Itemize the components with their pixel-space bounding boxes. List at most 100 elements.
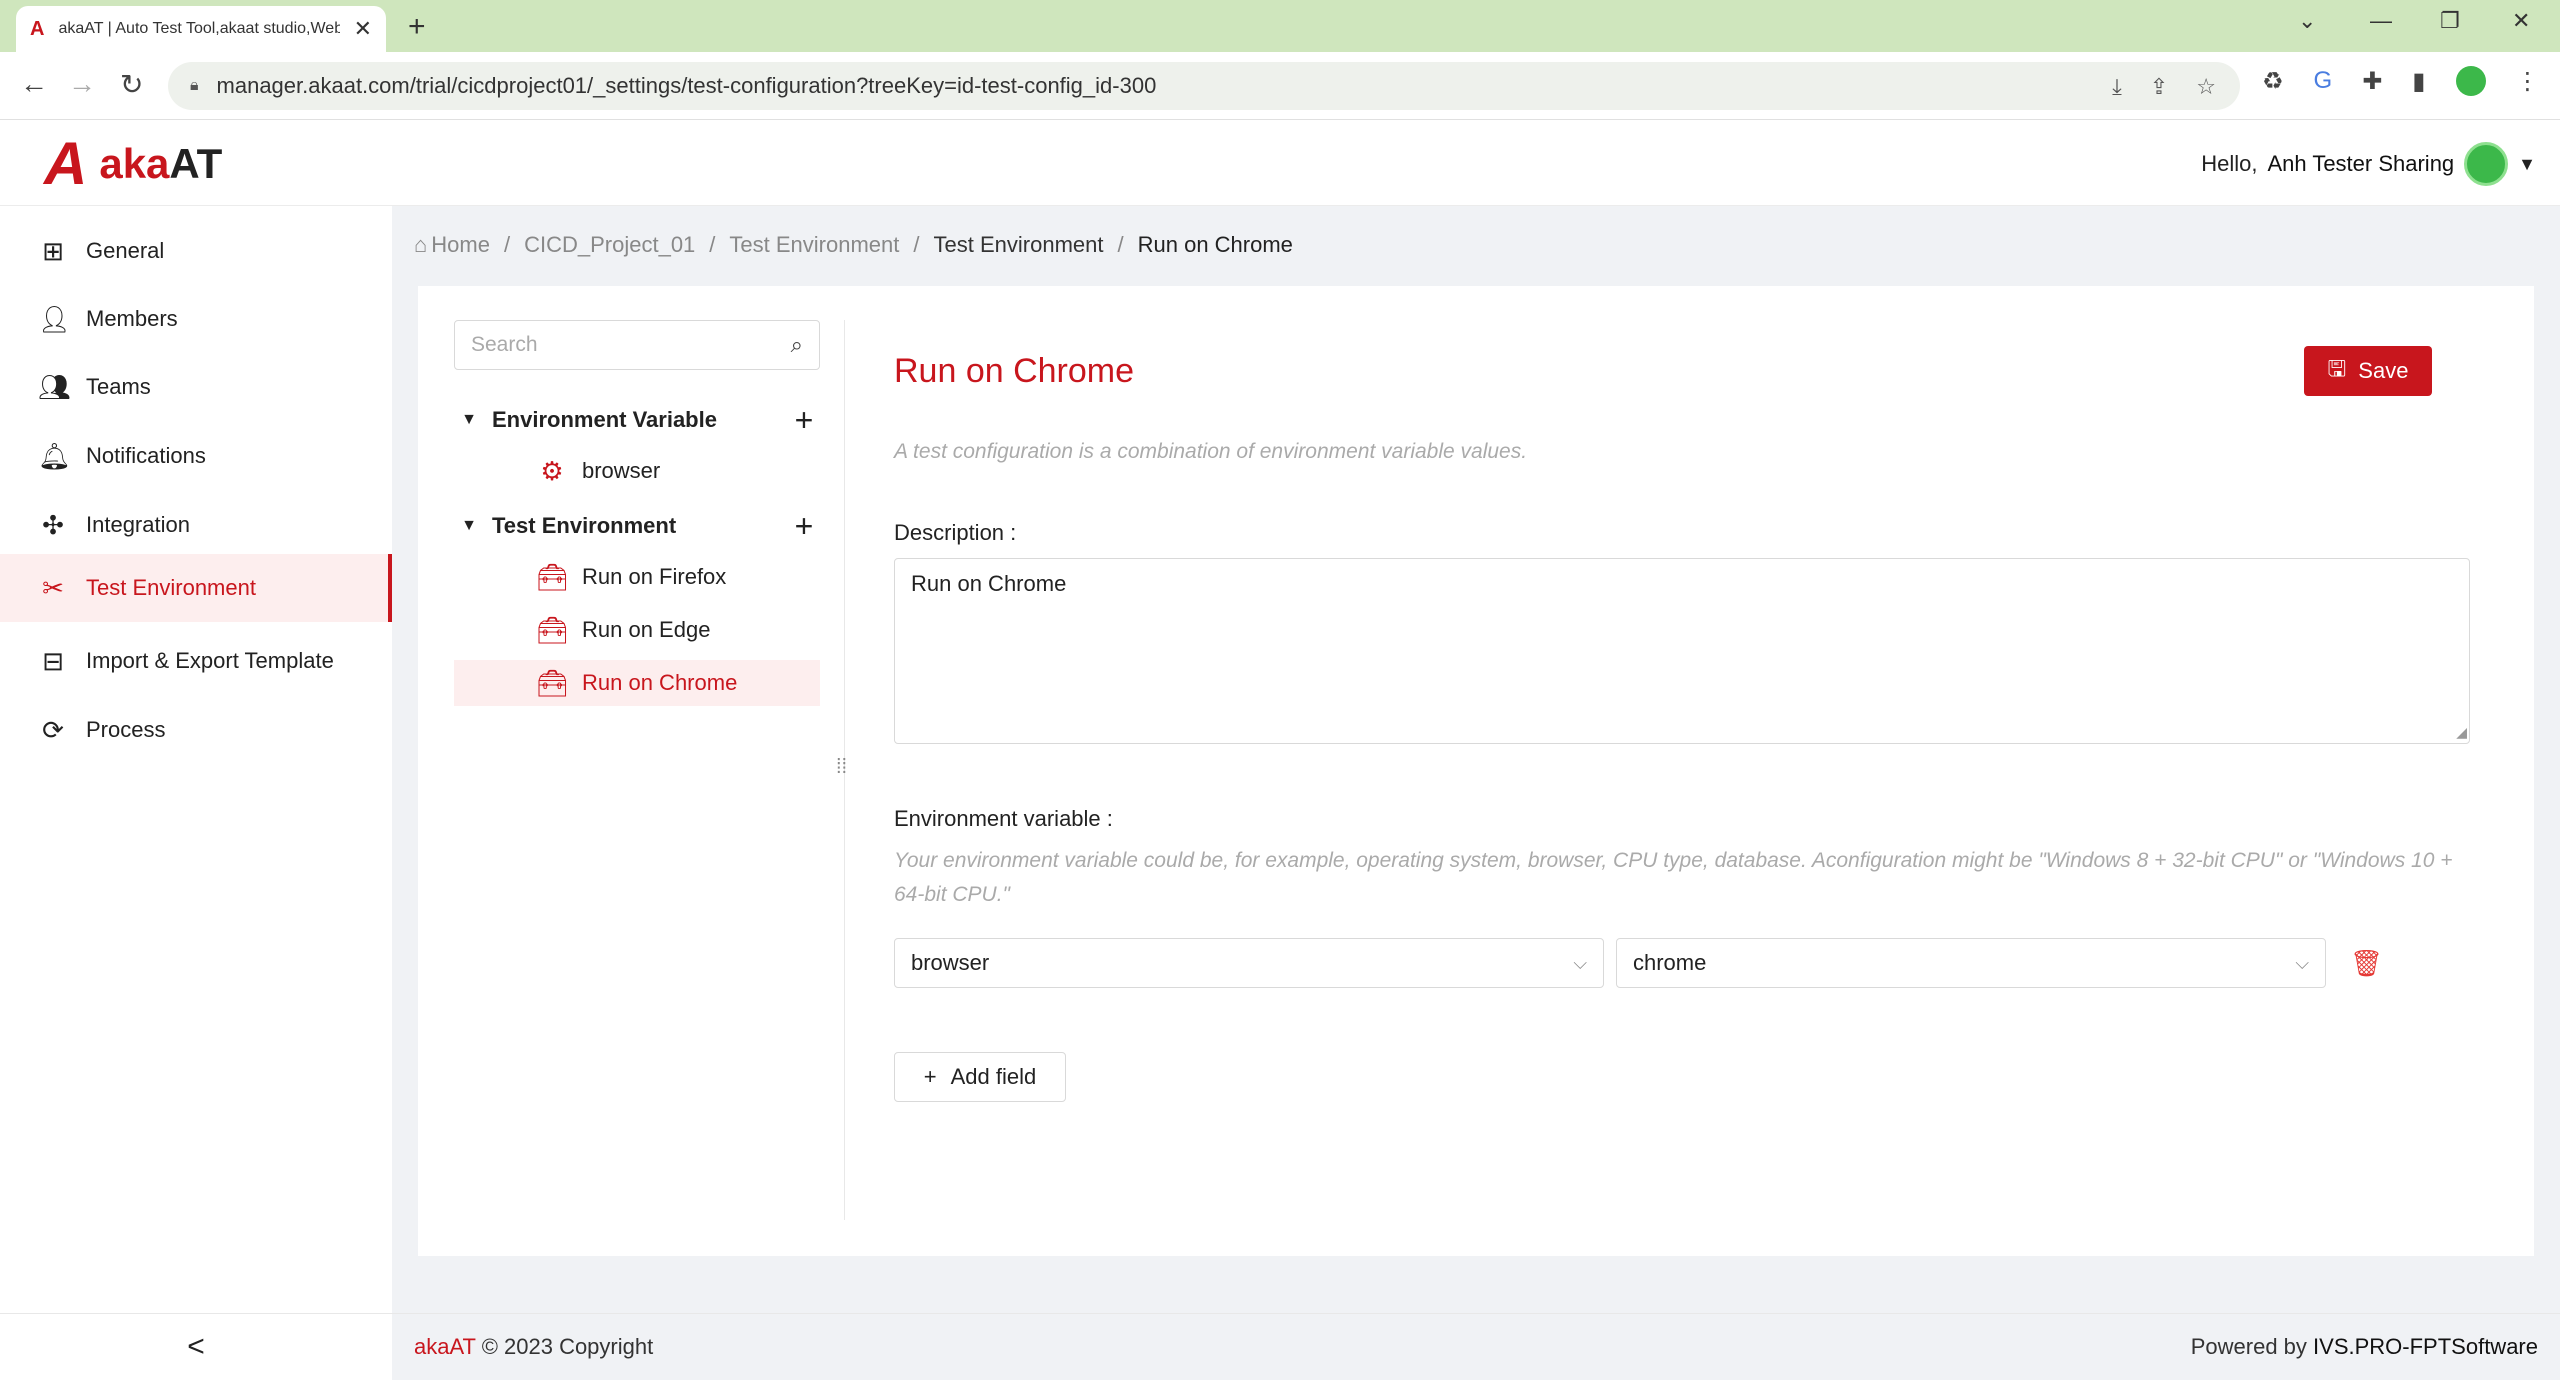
footer-copyright-text: © 2023 Copyright: [481, 1334, 654, 1359]
breadcrumb-project[interactable]: CICD_Project_01: [524, 232, 695, 258]
minimize-icon[interactable]: —: [2370, 8, 2392, 34]
sidebar-item-notifications[interactable]: 🔔︎ Notifications: [0, 425, 392, 487]
browser-tab[interactable]: A akaAT | Auto Test Tool,akaat studio,We…: [16, 6, 386, 52]
favicon-icon: A: [30, 17, 45, 40]
search-icon[interactable]: ⌕: [791, 332, 803, 358]
recycle-extension-icon[interactable]: ♻︎: [2262, 67, 2284, 96]
user-menu[interactable]: Hello, Anh Tester Sharing ▼: [2201, 142, 2536, 186]
environment-variable-hint: Your environment variable could be, for …: [894, 849, 2453, 906]
tree-item-label: Run on Firefox: [582, 564, 727, 589]
footer-copyright: akaAT © 2023 Copyright: [414, 1334, 653, 1360]
description-value: Run on Chrome: [911, 571, 1067, 596]
tree-group-environment-variable[interactable]: ▼ Environment Variable +: [454, 398, 820, 442]
browser-toolbar: ← → ↻ 🔒︎ manager.akaat.com/trial/cicdpro…: [0, 52, 2560, 120]
share-icon[interactable]: ⇪: [2150, 74, 2168, 100]
tab-close-icon[interactable]: ✕: [354, 16, 372, 42]
bookmark-star-icon[interactable]: ☆: [2196, 74, 2216, 100]
breadcrumb-separator: /: [503, 232, 511, 257]
tree-item-label: Run on Chrome: [582, 670, 738, 695]
add-environment-icon[interactable]: +: [788, 508, 820, 545]
url-text: manager.akaat.com/trial/cicdproject01/_s…: [216, 73, 1157, 98]
caret-down-icon[interactable]: ▼: [454, 517, 484, 535]
save-button[interactable]: 🖫︎ Save: [2304, 346, 2432, 396]
resize-handle-icon[interactable]: ◢: [2456, 724, 2467, 741]
logo-mark-icon: A: [44, 130, 88, 197]
breadcrumb-current: Run on Chrome: [1137, 232, 1293, 257]
profile-avatar[interactable]: [2455, 66, 2486, 96]
sidebar-item-import-export[interactable]: ⊟ Import & Export Template: [0, 630, 392, 692]
breadcrumb-home[interactable]: Home: [431, 232, 490, 258]
gear-icon: ⚙: [540, 455, 564, 486]
breadcrumb-separator: /: [1117, 232, 1124, 257]
sidebar-item-label: Integration: [86, 512, 190, 537]
logo-text: akaAT: [99, 140, 223, 187]
app-header: A akaAT Hello, Anh Tester Sharing ▼: [0, 120, 2560, 206]
save-icon: 🖫︎: [2327, 356, 2347, 381]
address-bar[interactable]: 🔒︎ manager.akaat.com/trial/cicdproject01…: [168, 62, 2240, 110]
sidebar-item-label: General: [86, 238, 165, 263]
tree-item-run-on-edge[interactable]: 🧰︎ Run on Edge: [454, 607, 820, 653]
add-variable-icon[interactable]: +: [788, 402, 820, 439]
tab-search-icon[interactable]: ⌄: [2298, 8, 2316, 34]
delete-icon[interactable]: 🗑︎: [2350, 948, 2383, 979]
caret-down-icon[interactable]: ▼: [454, 411, 484, 429]
value-select[interactable]: chrome ⌵: [1616, 938, 2326, 988]
sidebar-item-label: Members: [86, 306, 178, 331]
description-textarea[interactable]: Run on Chrome ◢: [894, 558, 2470, 744]
user-avatar[interactable]: [2464, 142, 2509, 186]
toolbox-icon: 🧰︎: [536, 614, 570, 645]
add-field-button[interactable]: + Add field: [894, 1052, 1066, 1102]
chevron-down-icon: ⌵: [1573, 952, 1587, 973]
variable-select-value: browser: [911, 950, 990, 975]
grid-icon: ⊞: [42, 235, 64, 266]
drag-handle-icon[interactable]: ⁞⁞: [836, 756, 847, 779]
restore-icon[interactable]: ❐: [2440, 8, 2460, 34]
new-tab-button[interactable]: +: [408, 10, 426, 44]
tree-item-run-on-firefox[interactable]: 🧰︎ Run on Firefox: [454, 554, 820, 600]
reload-icon[interactable]: ↻: [120, 68, 143, 101]
footer-brand[interactable]: akaAT: [414, 1334, 476, 1359]
footer: akaAT © 2023 Copyright Powered by IVS.PR…: [392, 1313, 2560, 1380]
sidebar-item-label: Teams: [86, 374, 151, 399]
translate-extension-icon[interactable]: G: [2314, 67, 2333, 95]
tree-search: ⌕: [454, 320, 820, 370]
sidebar-item-general[interactable]: ⊞ General: [0, 220, 392, 282]
extension-icons: ♻︎ G ✚ ▮ ⋮: [2262, 66, 2540, 96]
browser-menu-icon[interactable]: ⋮: [2516, 67, 2540, 96]
breadcrumb: ⌂ Home / CICD_Project_01 / Test Environm…: [414, 232, 1293, 258]
caret-down-icon[interactable]: ▼: [2518, 154, 2536, 175]
integration-icon: ✣: [42, 509, 64, 540]
tools-icon: ✂: [42, 572, 64, 603]
tab-title: akaAT | Auto Test Tool,akaat studio,Web: [58, 20, 340, 37]
install-icon[interactable]: ⤓: [2112, 74, 2122, 100]
back-icon[interactable]: ←: [20, 68, 48, 100]
sidebar-item-integration[interactable]: ✣ Integration: [0, 494, 392, 556]
variable-select[interactable]: browser ⌵: [894, 938, 1604, 988]
sidebar-item-teams[interactable]: 👥︎ Teams: [0, 356, 392, 418]
sidebar-item-label: Process: [86, 717, 166, 742]
sidebar-item-label: Import & Export Template: [86, 648, 334, 673]
footer-powered: Powered by IVS.PRO-FPTSoftware: [2191, 1334, 2538, 1360]
breadcrumb-subsection[interactable]: Test Environment: [934, 232, 1104, 258]
sidebar-item-test-environment[interactable]: ✂ Test Environment: [0, 554, 392, 622]
add-field-label: Add field: [950, 1064, 1037, 1089]
greeting-text: Hello,: [2201, 151, 2258, 176]
tree-item-label: browser: [582, 458, 661, 483]
close-window-icon[interactable]: ✕: [2512, 8, 2530, 34]
tree-item-browser[interactable]: ⚙ browser: [454, 448, 820, 494]
tree-item-run-on-chrome[interactable]: 🧰︎ Run on Chrome: [454, 660, 820, 706]
breadcrumb-section[interactable]: Test Environment: [729, 232, 899, 258]
puzzle-extension-icon[interactable]: ✚: [2362, 67, 2382, 96]
sidepanel-icon[interactable]: ▮: [2412, 67, 2425, 96]
chevron-left-icon: <: [187, 1330, 205, 1363]
tree-search-input[interactable]: [471, 333, 791, 357]
akaat-logo[interactable]: A akaAT: [44, 134, 222, 194]
forward-icon[interactable]: →: [68, 68, 96, 100]
members-icon: 👤︎: [38, 303, 72, 334]
sidebar-item-process[interactable]: ⟳ Process: [0, 699, 392, 761]
collapse-sidebar-button[interactable]: <: [0, 1313, 392, 1380]
process-icon: ⟳: [42, 714, 64, 745]
sidebar-item-members[interactable]: 👤︎ Members: [0, 288, 392, 350]
plus-icon: +: [923, 1064, 937, 1089]
tree-group-test-environment[interactable]: ▼ Test Environment +: [454, 504, 820, 548]
